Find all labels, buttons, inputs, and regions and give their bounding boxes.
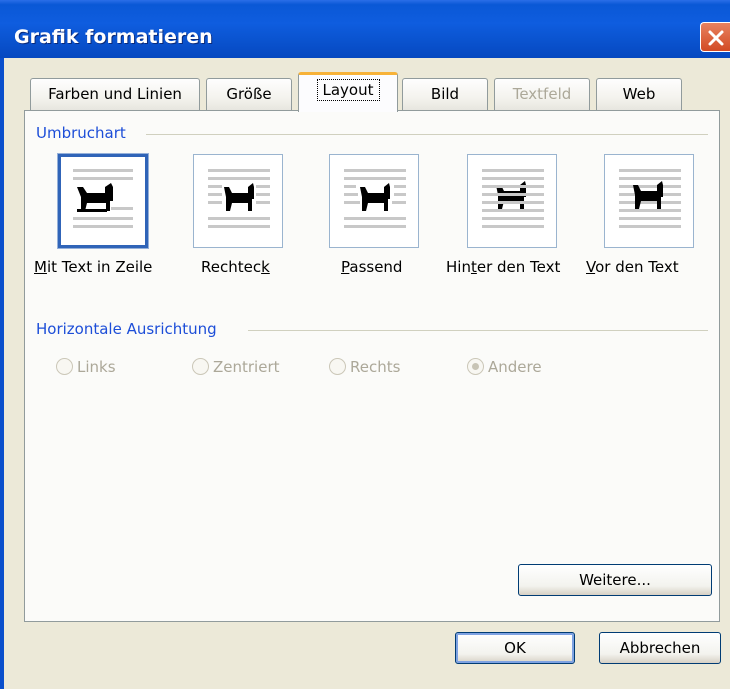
divider xyxy=(146,134,708,135)
wrapping-group-label: Umbruchart xyxy=(36,124,126,142)
wrap-behind-text-option[interactable] xyxy=(467,154,557,248)
title-bar[interactable]: Grafik formatieren xyxy=(0,0,730,58)
radio-andere: Andere xyxy=(467,358,542,376)
tab-groesse[interactable]: Größe xyxy=(206,78,292,110)
radio-links: Links xyxy=(56,358,116,376)
tab-farben-und-linien[interactable]: Farben und Linien xyxy=(30,78,200,110)
tab-label: Layout xyxy=(316,79,380,101)
wrap-behind-text-label-rest: Hin xyxy=(446,258,471,276)
wrap-square-label-rest: Rechtec xyxy=(201,258,262,276)
wrap-tight-label-rest: assend xyxy=(349,258,403,276)
radio-circle-checked xyxy=(467,358,484,375)
close-button[interactable] xyxy=(700,22,730,52)
tab-bild[interactable]: Bild xyxy=(402,78,488,110)
radio-rechts: Rechts xyxy=(329,358,400,376)
ok-button[interactable]: OK xyxy=(455,632,575,664)
more-button[interactable]: Weitere... xyxy=(518,564,712,596)
wrap-in-front-of-text-option[interactable] xyxy=(604,154,694,248)
wrap-inline-option[interactable] xyxy=(57,153,149,249)
ok-button-label: OK xyxy=(504,639,526,657)
radio-zentriert: Zentriert xyxy=(192,358,280,376)
wrap-square-option[interactable] xyxy=(193,154,283,248)
wrap-in-front-of-text-label: Vor den Text xyxy=(586,258,679,276)
tab-layout[interactable]: Layout xyxy=(298,72,398,112)
tab-label: Farben und Linien xyxy=(48,85,182,103)
tab-label: Bild xyxy=(430,85,460,103)
radio-dot xyxy=(472,363,479,370)
radio-circle xyxy=(329,358,346,375)
in-front-of-text-icon xyxy=(619,169,681,228)
inline-with-text-icon xyxy=(73,169,133,228)
tab-textfeld: Textfeld xyxy=(494,78,590,110)
wrap-behind-text-label: Hinter den Text xyxy=(446,258,561,276)
divider xyxy=(248,330,708,331)
wrap-tight-option[interactable] xyxy=(329,154,419,248)
tab-web[interactable]: Web xyxy=(596,78,682,110)
radio-label: Rechts xyxy=(350,358,401,376)
radio-label: Zentriert xyxy=(213,358,280,376)
alignment-group-label: Horizontale Ausrichtung xyxy=(36,320,217,338)
cancel-button-label: Abbrechen xyxy=(619,639,701,657)
square-wrap-icon xyxy=(208,169,270,228)
window-frame xyxy=(0,58,4,689)
wrap-inline-label-rest: it Text in Zeile xyxy=(46,258,153,276)
behind-text-icon xyxy=(482,169,544,228)
wrap-square-label: Rechteck xyxy=(201,258,270,276)
wrap-inline-label: Mit Text in Zeile xyxy=(34,258,153,276)
radio-label: Links xyxy=(77,358,116,376)
radio-circle xyxy=(192,358,209,375)
tab-label: Textfeld xyxy=(512,85,572,103)
tight-wrap-icon xyxy=(344,169,406,228)
tab-label: Größe xyxy=(226,85,272,103)
radio-label: Andere xyxy=(488,358,542,376)
close-icon xyxy=(708,30,724,46)
wrap-tight-label: Passend xyxy=(341,258,403,276)
tab-label: Web xyxy=(622,85,656,103)
radio-circle xyxy=(56,358,73,375)
cancel-button[interactable]: Abbrechen xyxy=(599,632,721,664)
more-button-label: Weitere... xyxy=(579,571,651,589)
window-title: Grafik formatieren xyxy=(14,26,213,48)
